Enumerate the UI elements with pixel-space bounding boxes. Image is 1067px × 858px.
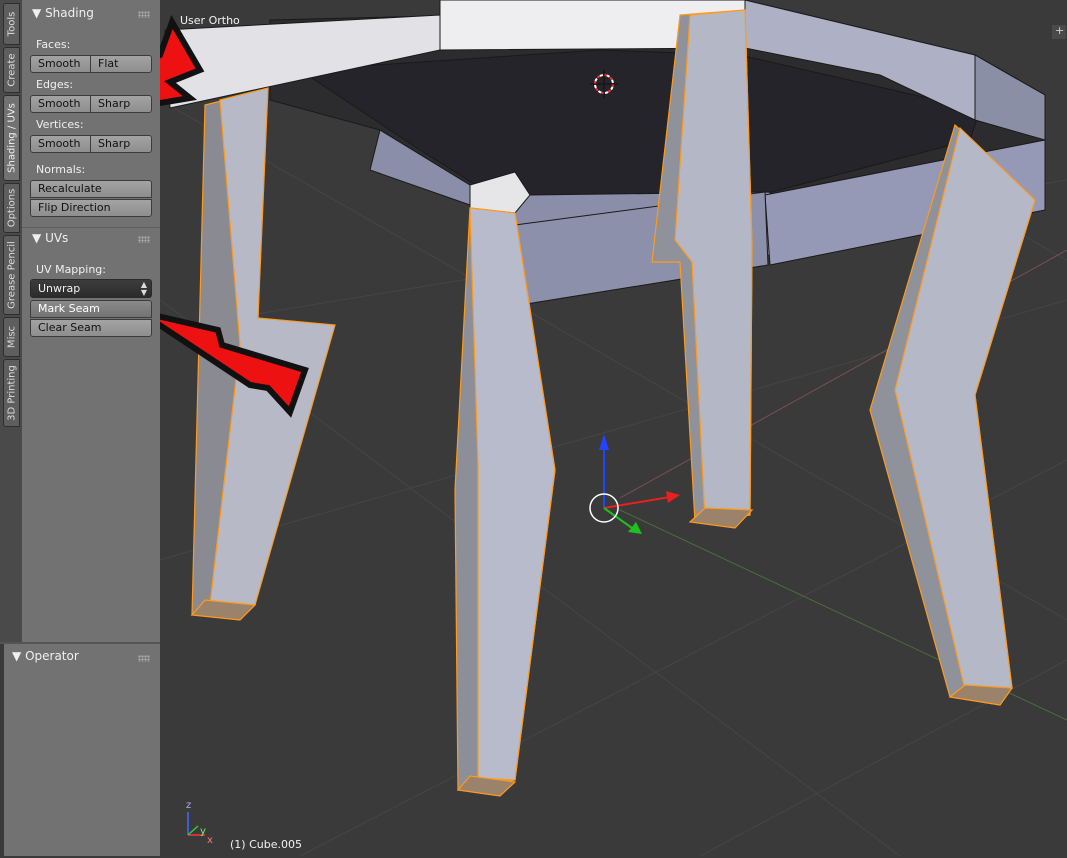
collapse-triangle-icon: ▼ bbox=[12, 649, 22, 663]
panel-grip-icon[interactable] bbox=[138, 11, 150, 18]
operator-panel: ▼ Operator bbox=[0, 642, 160, 858]
panel-divider bbox=[22, 227, 160, 228]
collapse-triangle-icon: ▼ bbox=[32, 231, 42, 245]
unwrap-dropdown[interactable]: Unwrap ▲ ▼ bbox=[30, 279, 152, 298]
axis-label-y: y bbox=[200, 826, 206, 837]
panel-grip-icon[interactable] bbox=[138, 236, 150, 243]
faces-label: Faces: bbox=[36, 38, 71, 51]
normals-label: Normals: bbox=[36, 163, 86, 176]
mark-seam-button[interactable]: Mark Seam bbox=[30, 300, 152, 318]
view-label: User Ortho bbox=[180, 14, 240, 27]
tool-shelf-tabs: Tools Create Shading / UVs Options Greas… bbox=[0, 0, 23, 642]
clear-seam-button[interactable]: Clear Seam bbox=[30, 319, 152, 337]
edges-sharp-button[interactable]: Sharp bbox=[90, 95, 152, 113]
uvs-title: UVs bbox=[45, 231, 69, 245]
faces-smooth-button[interactable]: Smooth bbox=[30, 55, 91, 73]
operator-title: Operator bbox=[25, 649, 79, 663]
uvs-panel-header[interactable]: ▼ UVs bbox=[32, 231, 68, 245]
vertices-sharp-button[interactable]: Sharp bbox=[90, 135, 152, 153]
dropdown-arrows-icon: ▲ ▼ bbox=[140, 280, 147, 297]
operator-panel-header[interactable]: ▼ Operator bbox=[12, 649, 79, 663]
axis-label-x: x bbox=[207, 835, 213, 846]
flip-direction-button[interactable]: Flip Direction bbox=[30, 199, 152, 217]
axis-label-z: z bbox=[186, 800, 191, 811]
plus-icon[interactable]: + bbox=[1055, 24, 1064, 37]
tab-3d-printing[interactable]: 3D Printing bbox=[3, 359, 20, 427]
vertices-label: Vertices: bbox=[36, 118, 84, 131]
unwrap-label: Unwrap bbox=[38, 282, 81, 295]
tab-create[interactable]: Create bbox=[3, 47, 20, 93]
3d-viewport[interactable]: z y x User Ortho (1) Cube.005 + bbox=[0, 0, 1067, 856]
tab-tools[interactable]: Tools bbox=[3, 3, 20, 45]
shading-panel-header[interactable]: ▼ Shading bbox=[32, 6, 94, 20]
tab-options[interactable]: Options bbox=[3, 183, 20, 233]
shading-title: Shading bbox=[45, 6, 94, 20]
edges-label: Edges: bbox=[36, 78, 74, 91]
panel-grip-icon[interactable] bbox=[138, 655, 150, 662]
tool-shelf-panel: ▼ Shading Faces: Smooth Flat Edges: Smoo… bbox=[22, 0, 160, 642]
edges-smooth-button[interactable]: Smooth bbox=[30, 95, 91, 113]
tab-misc[interactable]: Misc bbox=[3, 317, 20, 357]
tab-shading-uvs[interactable]: Shading / UVs bbox=[3, 95, 20, 181]
panel-edge bbox=[0, 644, 4, 858]
viewport-scene: z y x bbox=[0, 0, 1067, 856]
uv-mapping-label: UV Mapping: bbox=[36, 263, 106, 276]
faces-flat-button[interactable]: Flat bbox=[90, 55, 152, 73]
recalculate-button[interactable]: Recalculate bbox=[30, 180, 152, 198]
object-label: (1) Cube.005 bbox=[230, 838, 302, 851]
collapse-triangle-icon: ▼ bbox=[32, 6, 42, 20]
tab-grease-pencil[interactable]: Grease Pencil bbox=[3, 235, 20, 315]
vertices-smooth-button[interactable]: Smooth bbox=[30, 135, 91, 153]
